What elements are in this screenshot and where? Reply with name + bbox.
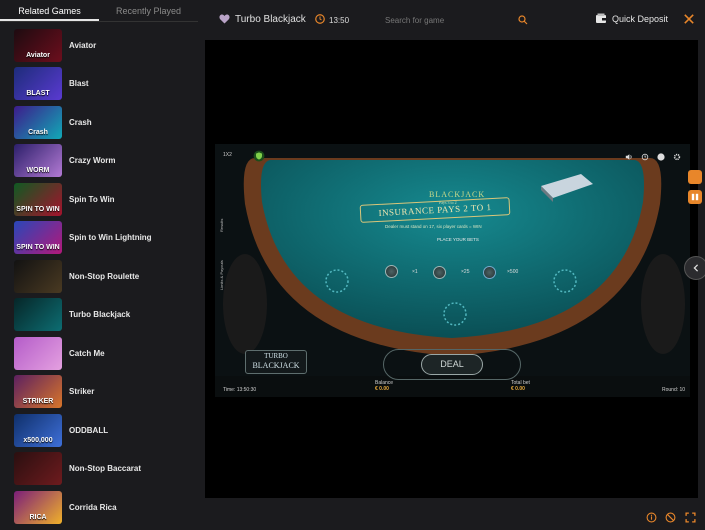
info-circle-icon[interactable] (646, 512, 657, 523)
collapse-arrow-button[interactable] (684, 256, 705, 280)
game-list-item[interactable]: Non-Stop Baccarat (14, 452, 141, 486)
search-input[interactable] (385, 10, 530, 30)
game-thumbnail-text: SPIN TO WIN (16, 205, 60, 213)
top-bar: Turbo Blackjack 13:50 Quick Deposit (205, 0, 705, 40)
game-thumbnail[interactable] (14, 336, 62, 370)
total-bet-readout: Total bet € 0.00 (511, 380, 530, 392)
game-list-item[interactable]: Crash Crash (14, 105, 92, 139)
game-name[interactable]: Non-Stop Baccarat (69, 464, 141, 473)
deal-button[interactable]: DEAL (421, 354, 483, 375)
table-title: BLACKJACK (429, 190, 486, 199)
game-thumbnail[interactable]: SPIN TO WIN (14, 221, 62, 254)
game-thumbnail[interactable]: Crash (14, 105, 62, 139)
game-name[interactable]: Spin to Win Lightning (69, 233, 152, 242)
logo-top-text: TURBO (264, 352, 288, 360)
sidebar: Related Games Recently Played Aviator Avi… (0, 0, 198, 530)
game-thumbnail[interactable] (14, 259, 62, 293)
game-name[interactable]: Blast (69, 79, 89, 88)
game-name[interactable]: ODDBALL (69, 426, 108, 435)
game-list-item[interactable]: BLAST Blast (14, 67, 89, 101)
game-thumbnail-text: RICA (29, 513, 47, 521)
pause-icon (691, 193, 699, 201)
game-thumbnail[interactable]: x500,000 (14, 413, 62, 447)
game-thumbnail[interactable] (14, 452, 62, 485)
limits-tab[interactable]: Limits & Payouts (219, 260, 224, 290)
game-list-item[interactable]: WORM Crazy Worm (14, 144, 116, 178)
game-list-item[interactable]: Catch Me (14, 336, 105, 370)
pause-button[interactable] (688, 190, 702, 204)
results-tab[interactable]: Results (219, 219, 224, 232)
balance-readout: Balance € 0.00 (375, 380, 393, 392)
game-thumbnail[interactable]: BLAST (14, 67, 62, 100)
game-name[interactable]: Crash (69, 118, 92, 127)
close-icon[interactable] (683, 13, 695, 25)
game-name[interactable]: Crazy Worm (69, 156, 116, 165)
provider-badge: 1X2 (223, 152, 232, 158)
game-thumbnail-text: Crash (28, 128, 48, 136)
no-sound-icon[interactable] (665, 512, 676, 523)
game-thumbnail-text: STRIKER (22, 398, 54, 405)
place-bets-text: PLACE YOUR BETS (437, 237, 479, 242)
volume-icon[interactable] (625, 153, 633, 161)
game-name[interactable]: Turbo Blackjack (69, 310, 130, 319)
total-bet-value: € 0.00 (511, 386, 525, 392)
side-panel-toggle[interactable] (688, 170, 702, 184)
turbo-blackjack-logo: TURBO BLACKJACK (245, 350, 307, 374)
quick-deposit-label: Quick Deposit (612, 13, 669, 24)
game-thumbnail[interactable] (14, 298, 62, 331)
game-thumbnail[interactable]: STRIKER (14, 375, 62, 408)
tab-recently-played[interactable]: Recently Played (99, 0, 198, 21)
game-list-item[interactable]: Non-Stop Roulette (14, 259, 139, 293)
settings-icon[interactable] (673, 153, 681, 161)
game-list-item[interactable]: x500,000 ODDBALL (14, 413, 108, 447)
game-thumbnail[interactable]: WORM (14, 144, 62, 177)
info-icon[interactable] (657, 153, 665, 161)
chevron-left-icon (693, 264, 699, 272)
game-name[interactable]: Striker (69, 387, 94, 396)
game-thumbnail-text: BLAST (26, 90, 50, 97)
wallet-icon (596, 13, 606, 23)
game-list-item[interactable]: SPIN TO WIN Spin to Win Lightning (14, 221, 152, 255)
clock-icon (315, 14, 325, 24)
game-name[interactable]: Corrida Rica (69, 503, 117, 512)
game-list-item[interactable]: RICA Corrida Rica (14, 490, 117, 524)
game-list-item[interactable]: Turbo Blackjack (14, 298, 130, 332)
game-name[interactable]: Aviator (69, 41, 96, 50)
search-icon[interactable] (518, 15, 528, 25)
bet-spots[interactable] (315, 259, 595, 334)
blackjack-table[interactable]: 1X2 Results Limits & Payouts BLACKJACK P… (215, 144, 690, 397)
game-thumbnail-text: x500,000 (23, 436, 53, 444)
game-list-item[interactable]: SPIN TO WIN Spin To Win (14, 182, 115, 216)
balance-value: € 0.00 (375, 386, 389, 392)
game-thumbnail[interactable]: Aviator (14, 28, 62, 62)
tab-related-games[interactable]: Related Games (0, 0, 99, 21)
round-readout: Round: 10 (662, 387, 686, 393)
game-name[interactable]: Spin To Win (69, 195, 115, 204)
time-readout: Time: 13:50:30 (223, 387, 257, 393)
clock-time: 13:50 (329, 16, 350, 25)
game-thumbnail[interactable]: SPIN TO WIN (14, 182, 62, 216)
game-name[interactable]: Catch Me (69, 349, 105, 358)
shield-icon (253, 150, 265, 162)
game-thumbnail-text: WORM (26, 167, 50, 174)
history-icon[interactable] (641, 153, 649, 161)
card-shoe (541, 174, 593, 202)
game-list-item[interactable]: STRIKER Striker (14, 375, 94, 409)
quick-deposit-button[interactable]: Quick Deposit (595, 13, 668, 24)
fullscreen-icon[interactable] (685, 512, 696, 523)
game-thumbnail-text: Aviator (26, 51, 50, 59)
logo-bottom-text: BLACKJACK (252, 361, 300, 370)
game-name[interactable]: Non-Stop Roulette (69, 272, 139, 281)
game-thumbnail[interactable]: RICA (14, 490, 62, 524)
dealer-rule: Dealer must stand on 17, six player card… (385, 224, 482, 229)
sidebar-tabs: Related Games Recently Played (0, 0, 198, 22)
game-frame[interactable]: 1X2 Results Limits & Payouts BLACKJACK P… (205, 40, 698, 498)
game-list-item[interactable]: Aviator Aviator (14, 28, 96, 62)
game-title: Turbo Blackjack (235, 14, 306, 25)
game-thumbnail-text: SPIN TO WIN (16, 244, 60, 251)
heart-icon[interactable] (219, 14, 230, 24)
